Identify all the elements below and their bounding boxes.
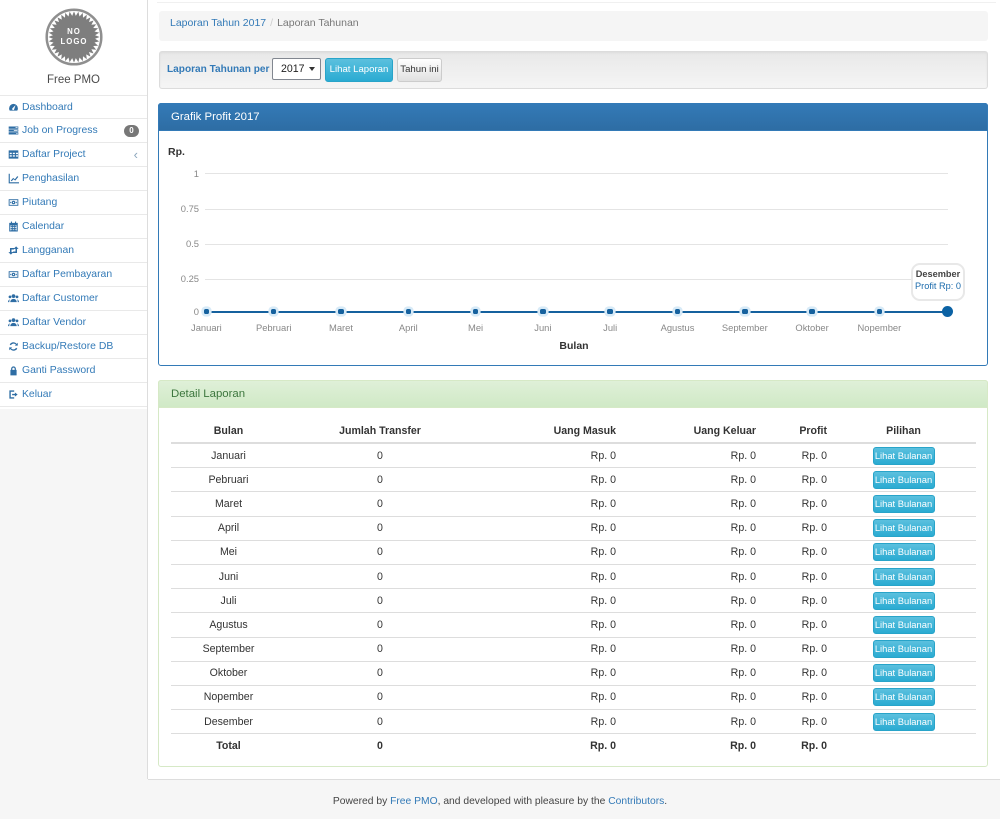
svg-text:LOGO: LOGO <box>61 37 88 46</box>
svg-text:NO: NO <box>67 27 81 36</box>
